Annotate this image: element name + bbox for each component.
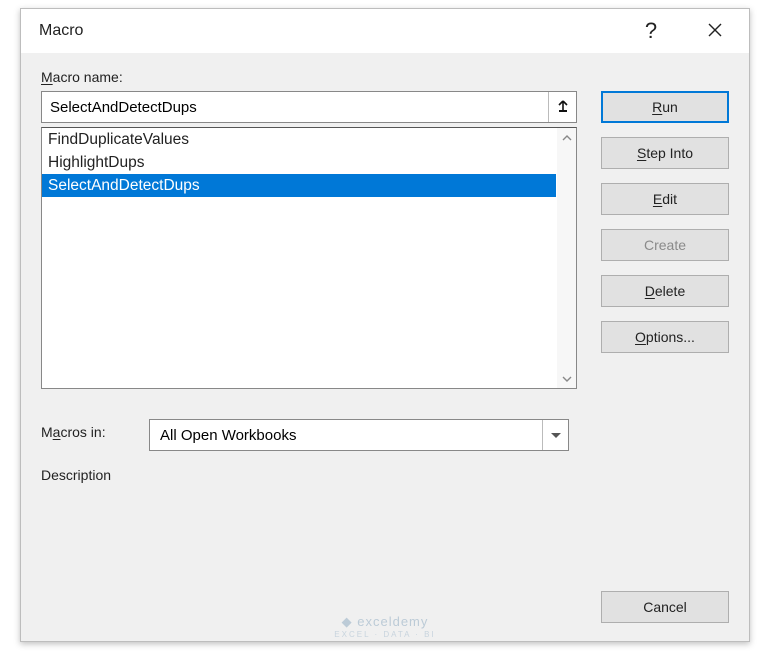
step-into-button[interactable]: Step Into — [601, 137, 729, 169]
title-controls: ? — [631, 11, 735, 51]
macro-name-input-wrap — [41, 91, 577, 123]
list-item[interactable]: SelectAndDetectDups — [42, 174, 556, 197]
list-item[interactable]: FindDuplicateValues — [42, 128, 556, 151]
close-icon — [707, 22, 723, 38]
options-button[interactable]: Options... — [601, 321, 729, 353]
macro-dialog: Macro ? Macro name: F — [20, 8, 750, 642]
scroll-up-icon[interactable] — [557, 128, 576, 147]
scroll-down-icon[interactable] — [557, 369, 576, 388]
macro-name-input[interactable] — [42, 92, 548, 122]
close-button[interactable] — [695, 11, 735, 51]
description-label: Description — [41, 467, 577, 483]
macro-listbox[interactable]: FindDuplicateValues HighlightDups Select… — [41, 127, 577, 389]
chevron-down-icon — [551, 433, 561, 438]
macros-in-dropdown[interactable]: All Open Workbooks — [149, 419, 569, 451]
chevron-up-icon — [562, 135, 572, 141]
macros-in-row: Macros in: All Open Workbooks — [41, 419, 577, 451]
range-selector-icon — [556, 99, 570, 115]
chevron-down-icon — [562, 376, 572, 382]
cancel-button[interactable]: Cancel — [601, 591, 729, 623]
list-items: FindDuplicateValues HighlightDups Select… — [42, 128, 556, 388]
button-column: Run Step Into Edit Create Delete Options… — [601, 69, 729, 353]
dialog-body: Macro name: FindDuplicateValues Highligh… — [21, 53, 749, 641]
name-column: Macro name: FindDuplicateValues Highligh… — [41, 69, 577, 489]
dropdown-button[interactable] — [542, 420, 568, 450]
top-row: Macro name: FindDuplicateValues Highligh… — [41, 69, 729, 489]
listbox-scrollbar[interactable] — [557, 128, 576, 388]
macro-name-label: Macro name: — [41, 69, 577, 85]
help-button[interactable]: ? — [631, 11, 671, 51]
list-item[interactable]: HighlightDups — [42, 151, 556, 174]
edit-button[interactable]: Edit — [601, 183, 729, 215]
macro-list-wrap: FindDuplicateValues HighlightDups Select… — [41, 127, 577, 389]
delete-button[interactable]: Delete — [601, 275, 729, 307]
cancel-wrap: Cancel — [601, 591, 729, 623]
dialog-title: Macro — [39, 22, 631, 40]
create-button: Create — [601, 229, 729, 261]
macros-in-label: Macros in: — [41, 424, 131, 440]
macros-in-value: All Open Workbooks — [150, 420, 542, 450]
run-button[interactable]: Run — [601, 91, 729, 123]
refedit-button[interactable] — [548, 92, 576, 122]
titlebar: Macro ? — [21, 9, 749, 53]
